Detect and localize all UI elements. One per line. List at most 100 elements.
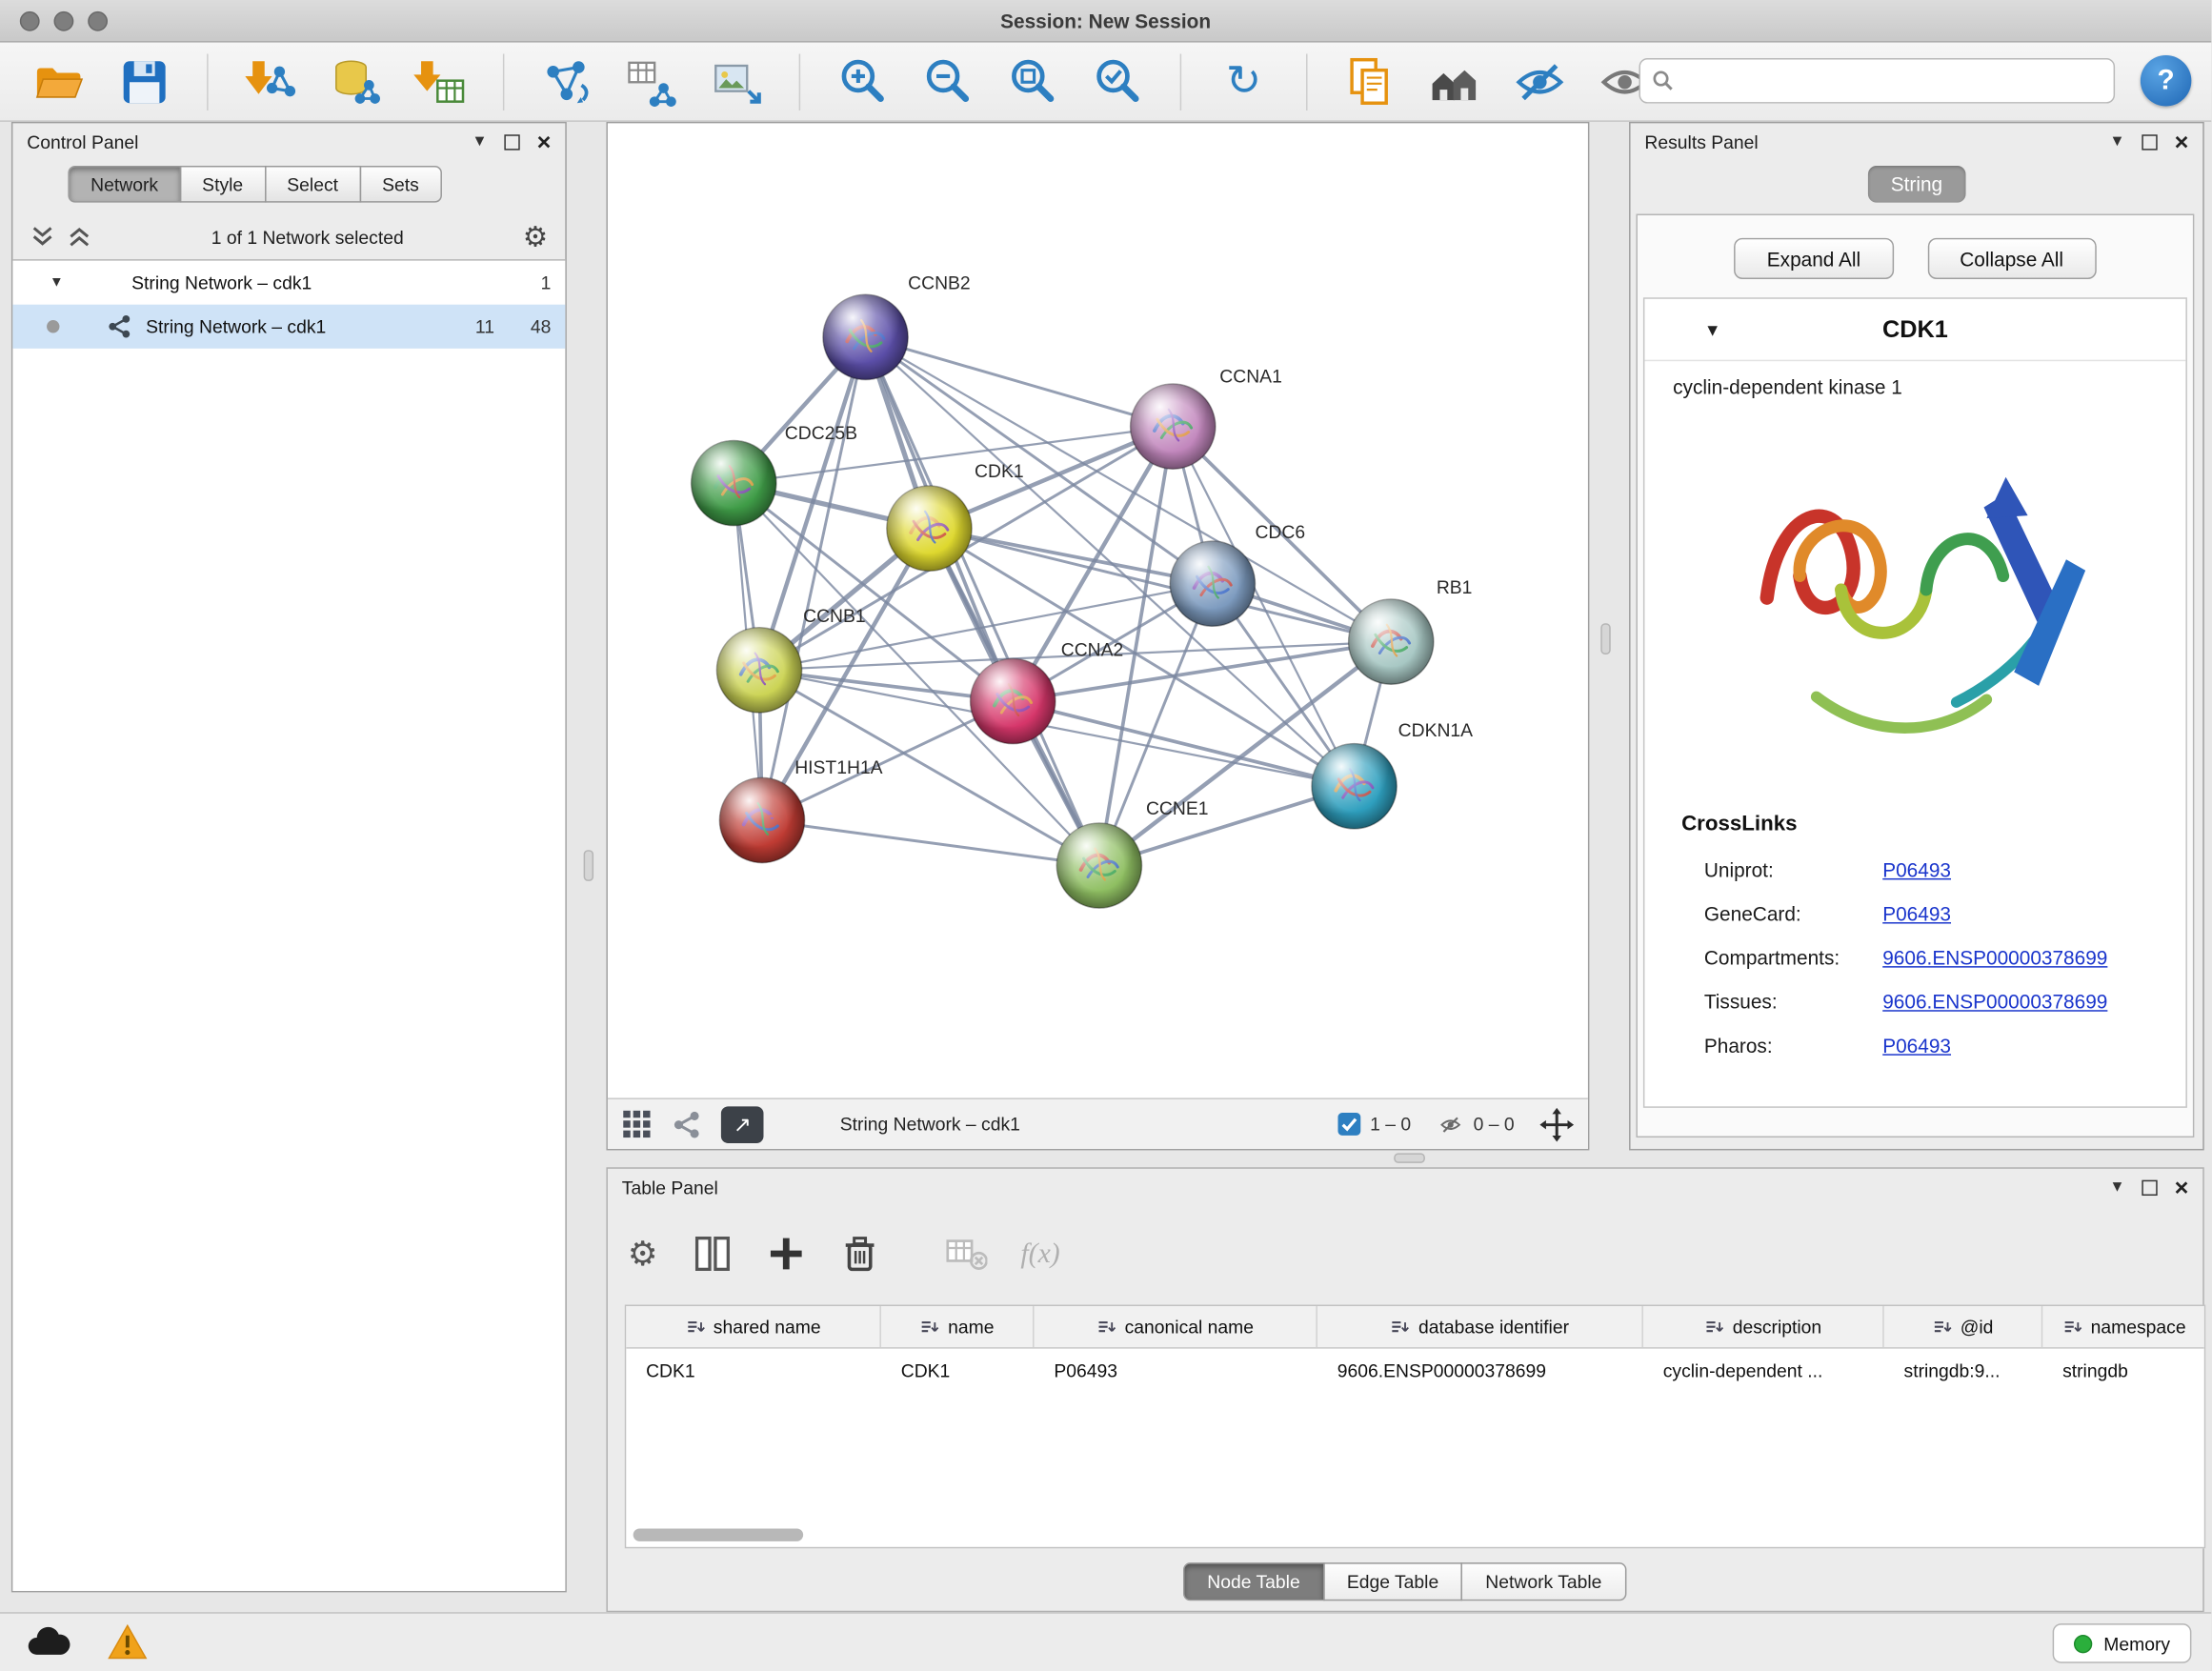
network-edge[interactable]: [759, 584, 1213, 671]
network-edge[interactable]: [762, 337, 866, 820]
close-panel-icon[interactable]: ×: [537, 134, 552, 150]
copy-document-icon[interactable]: [1341, 54, 1398, 111]
genecard-link[interactable]: P06493: [1882, 901, 1951, 924]
tree-expand-arrow-icon[interactable]: ▼: [50, 274, 64, 290]
expand-all-chevrons-icon[interactable]: [30, 225, 55, 248]
network-node-ccne1[interactable]: [1056, 823, 1141, 908]
tab-edge-table[interactable]: Edge Table: [1323, 1562, 1463, 1601]
new-network-icon[interactable]: [538, 54, 594, 111]
column-header-shared-name[interactable]: shared name: [626, 1306, 881, 1347]
show-columns-icon[interactable]: [692, 1234, 732, 1274]
column-header--id[interactable]: @id: [1884, 1306, 2043, 1347]
splitter-handle[interactable]: [1394, 1153, 1425, 1162]
network-node-ccnb1[interactable]: [716, 628, 801, 713]
table-cell[interactable]: stringdb: [2042, 1349, 2205, 1392]
tab-style[interactable]: Style: [179, 166, 266, 203]
column-header-canonical-name[interactable]: canonical name: [1035, 1306, 1317, 1347]
gear-icon[interactable]: ⚙: [523, 219, 549, 254]
delete-trash-icon[interactable]: [839, 1234, 879, 1274]
network-node-hist1h1a[interactable]: [719, 777, 804, 862]
network-from-table-icon[interactable]: [623, 54, 679, 111]
network-node-cdc25b[interactable]: [692, 440, 776, 525]
import-network-from-file-icon[interactable]: [242, 54, 298, 111]
open-session-icon[interactable]: [31, 54, 88, 111]
string-network-icon[interactable]: [673, 1110, 701, 1138]
tissues-link[interactable]: 9606.ENSP00000378699: [1882, 990, 2107, 1013]
tab-node-table[interactable]: Node Table: [1183, 1562, 1324, 1601]
tab-network-table[interactable]: Network Table: [1461, 1562, 1626, 1601]
export-image-icon[interactable]: [709, 54, 765, 111]
hide-selected-eye-slash-icon[interactable]: [1512, 54, 1568, 111]
open-in-window-button[interactable]: ↗: [721, 1106, 764, 1143]
column-header-database-identifier[interactable]: database identifier: [1317, 1306, 1643, 1347]
warning-icon[interactable]: [108, 1623, 148, 1661]
horizontal-scrollbar-thumb[interactable]: [633, 1528, 803, 1540]
help-button[interactable]: ?: [2141, 55, 2192, 107]
column-header-name[interactable]: name: [881, 1306, 1035, 1347]
pan-crosshair-icon[interactable]: [1539, 1107, 1574, 1141]
network-node-cdc6[interactable]: [1170, 541, 1255, 626]
add-column-plus-icon[interactable]: [766, 1234, 806, 1274]
collapse-all-button[interactable]: Collapse All: [1927, 238, 2096, 279]
network-canvas[interactable]: CCNB2CCNA1CDC25BCDK1CDC6RB1CCNB1CCNA2CDK…: [608, 123, 1588, 1097]
gene-entry-card: ▼ CDK1 cyclin-dependent kinase 1: [1643, 297, 2187, 1108]
table-cell[interactable]: P06493: [1035, 1349, 1317, 1392]
splitter-handle[interactable]: [1600, 623, 1610, 654]
network-node-ccna1[interactable]: [1131, 384, 1216, 469]
network-edge[interactable]: [866, 337, 1174, 427]
collapse-panel-icon[interactable]: ▼: [472, 133, 487, 151]
network-node-cdkn1a[interactable]: [1312, 744, 1397, 829]
memory-button[interactable]: Memory: [2053, 1623, 2192, 1663]
float-panel-icon[interactable]: [504, 134, 519, 150]
search-input[interactable]: [1683, 70, 2102, 91]
network-edge[interactable]: [866, 337, 1099, 866]
network-edge[interactable]: [762, 820, 1099, 866]
network-collection-row[interactable]: ▼ String Network – cdk1 1: [12, 261, 565, 305]
column-header-description[interactable]: description: [1643, 1306, 1884, 1347]
close-panel-icon[interactable]: ×: [2175, 134, 2189, 150]
save-session-icon[interactable]: [116, 54, 172, 111]
collapse-panel-icon[interactable]: ▼: [2109, 1178, 2124, 1196]
network-node-rb1[interactable]: [1349, 599, 1434, 684]
tab-sets[interactable]: Sets: [359, 166, 441, 203]
import-table-from-file-icon[interactable]: [412, 54, 469, 111]
splitter-handle[interactable]: [584, 850, 593, 881]
hidden-eye-slash-icon[interactable]: [1437, 1113, 1465, 1136]
show-neighbors-houses-icon[interactable]: [1426, 54, 1482, 111]
search-box[interactable]: [1639, 58, 2115, 104]
table-cell[interactable]: stringdb:9...: [1884, 1349, 2043, 1392]
table-cell[interactable]: cyclin-dependent ...: [1643, 1349, 1884, 1392]
compartments-link[interactable]: 9606.ENSP00000378699: [1882, 946, 2107, 969]
table-row[interactable]: CDK1CDK1P064939606.ENSP00000378699cyclin…: [626, 1349, 2204, 1392]
float-panel-icon[interactable]: [2142, 134, 2157, 150]
float-panel-icon[interactable]: [2142, 1179, 2157, 1195]
close-panel-icon[interactable]: ×: [2175, 1179, 2189, 1195]
checkbox-icon[interactable]: [1337, 1112, 1361, 1136]
table-cell[interactable]: CDK1: [881, 1349, 1035, 1392]
network-node-cdk1[interactable]: [887, 486, 972, 571]
table-cell[interactable]: 9606.ENSP00000378699: [1317, 1349, 1643, 1392]
table-settings-gear-icon[interactable]: ⚙: [628, 1233, 658, 1274]
zoom-in-icon[interactable]: [835, 54, 891, 111]
entry-collapse-arrow-icon[interactable]: ▼: [1704, 319, 1721, 339]
pharos-link[interactable]: P06493: [1882, 1034, 1951, 1057]
expand-all-button[interactable]: Expand All: [1735, 238, 1894, 279]
birdseye-grid-icon[interactable]: [622, 1109, 654, 1140]
network-node-ccnb2[interactable]: [823, 294, 908, 379]
tab-select[interactable]: Select: [264, 166, 360, 203]
column-header-namespace[interactable]: namespace: [2042, 1306, 2205, 1347]
cloud-icon[interactable]: [26, 1626, 71, 1658]
network-node-ccna2[interactable]: [971, 658, 1056, 743]
zoom-fit-icon[interactable]: [1004, 54, 1060, 111]
network-row[interactable]: String Network – cdk1 11 48: [12, 305, 565, 349]
collapse-all-chevrons-icon[interactable]: [67, 225, 92, 248]
tab-network[interactable]: Network: [68, 166, 180, 203]
zoom-out-icon[interactable]: [919, 54, 975, 111]
import-network-from-database-icon[interactable]: [327, 54, 383, 111]
uniprot-link[interactable]: P06493: [1882, 857, 1951, 880]
table-cell[interactable]: CDK1: [626, 1349, 881, 1392]
collapse-panel-icon[interactable]: ▼: [2109, 133, 2124, 151]
refresh-view-icon[interactable]: ↻: [1216, 54, 1272, 111]
string-tab-badge[interactable]: String: [1868, 166, 1965, 203]
zoom-selected-icon[interactable]: [1090, 54, 1146, 111]
